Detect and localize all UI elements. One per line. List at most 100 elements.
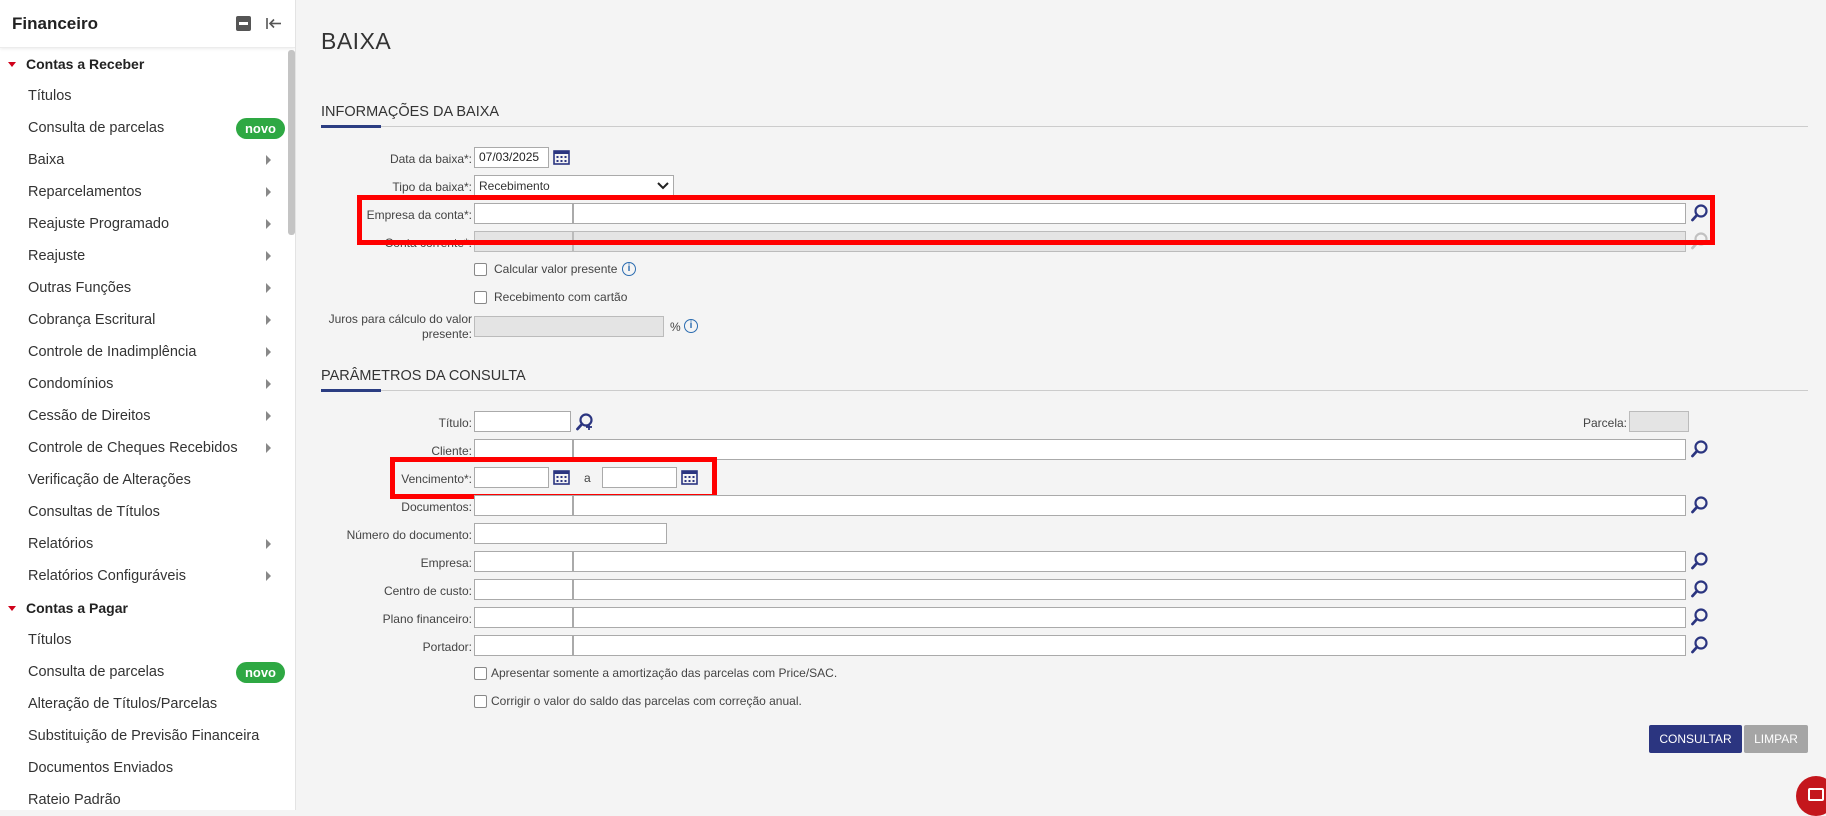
tipo-baixa-value: Recebimento [479,178,550,193]
juros-label-line2: presente: [421,327,472,341]
portador-name-input[interactable] [573,635,1686,656]
centro-custo-name-input[interactable] [573,579,1686,600]
sidebar-item[interactable]: Controle de Cheques Recebidos [0,432,295,464]
sidebar-item-label: Cessão de Direitos [28,408,151,424]
search-icon[interactable] [1690,607,1710,627]
sidebar-item[interactable]: Documentos Enviados [0,752,295,784]
centro-custo-code-input[interactable] [474,579,573,600]
highlight-box-empresa-conta [357,195,1715,245]
sidebar-item[interactable]: Reajuste Programado [0,208,295,240]
documentos-code-input[interactable] [474,495,573,516]
tipo-baixa-select[interactable]: Recebimento [474,175,674,196]
sidebar-section-label: Contas a Pagar [26,600,128,616]
sidebar-item-label: Consulta de parcelas [28,664,165,680]
chat-support-icon[interactable] [1796,776,1826,816]
sidebar-menu: Contas a Receber Títulos Consulta de parce… [0,48,295,810]
cliente-name-input[interactable] [573,439,1686,460]
recebimento-cartao-checkbox[interactable] [474,291,487,304]
consultar-button[interactable]: CONSULTAR [1649,725,1742,753]
numero-documento-input[interactable] [474,523,667,544]
juros-input [474,316,664,337]
documentos-name-input[interactable] [573,495,1686,516]
sidebar-item[interactable]: Cobrança Escritural [0,304,295,336]
chevron-right-icon [266,219,271,229]
centro-custo-label: Centro de custo: [383,584,472,598]
sidebar-item[interactable]: Outras Funções [0,272,295,304]
chevron-right-icon [266,187,271,197]
chevron-right-icon [266,411,271,421]
search-icon[interactable] [1690,635,1710,655]
collapse-all-icon[interactable] [236,16,251,31]
calcular-vp-checkbox[interactable] [474,263,487,276]
sidebar-item-label: Controle de Cheques Recebidos [28,440,238,456]
search-icon[interactable] [1690,495,1710,515]
sidebar-title: Financeiro [12,13,98,33]
empresa-code-input[interactable] [474,551,573,572]
sidebar-item[interactable]: Relatórios Configuráveis [0,560,295,592]
sidebar-item[interactable]: Reajuste [0,240,295,272]
sidebar-item-label: Reparcelamentos [28,184,142,200]
caret-down-icon [8,605,16,611]
caret-down-icon [8,61,16,67]
numero-documento-label: Número do documento: [346,528,472,542]
data-baixa-label: Data da baixa*: [389,152,472,166]
sidebar-item[interactable]: Cessão de Direitos [0,400,295,432]
sidebar-item[interactable]: Controle de Inadimplência [0,336,295,368]
sidebar-item[interactable]: Reparcelamentos [0,176,295,208]
correcao-checkbox[interactable] [474,695,487,708]
sidebar-item-label: Relatórios [28,536,94,552]
empresa-name-input[interactable] [573,551,1686,572]
juros-unit: % [670,320,681,334]
info-icon[interactable]: i [684,319,698,333]
sidebar-item[interactable]: Consultas de Títulos [0,496,295,528]
sidebar-item[interactable]: Consulta de parcelas novo [0,112,295,144]
search-icon[interactable] [1690,579,1710,599]
sidebar-section[interactable]: Contas a Pagar [0,592,295,624]
sidebar-item[interactable]: Baixa [0,144,295,176]
sidebar-item-label: Títulos [28,88,72,104]
chevron-right-icon [266,251,271,261]
calcular-vp-label: Calcular valor presente [494,262,618,276]
chevron-right-icon [266,347,271,357]
section-info-baixa-heading: INFORMAÇÕES DA BAIXA [321,104,1808,128]
empresa-label: Empresa: [420,556,472,570]
sidebar-item[interactable]: Condomínios [0,368,295,400]
sidebar-item[interactable]: Consulta de parcelas novo [0,656,295,688]
sidebar-item-label: Cobrança Escritural [28,312,156,328]
plano-financeiro-code-input[interactable] [474,607,573,628]
sidebar-header: Financeiro [0,0,295,48]
sidebar-item[interactable]: Verificação de Alterações [0,464,295,496]
portador-label: Portador: [422,640,472,654]
plano-financeiro-name-input[interactable] [573,607,1686,628]
portador-code-input[interactable] [474,635,573,656]
chevron-right-icon [266,539,271,549]
sidebar-section[interactable]: Contas a Receber [0,48,295,80]
recebimento-cartao-label: Recebimento com cartão [494,290,628,304]
sidebar-item[interactable]: Títulos [0,624,295,656]
sidebar-section-label: Contas a Receber [26,56,145,72]
chevron-right-icon [266,155,271,165]
hide-sidebar-icon[interactable] [265,16,283,31]
data-baixa-input[interactable]: 07/03/2025 [474,147,549,168]
titulo-input[interactable] [474,411,571,432]
sidebar-item-label: Relatórios Configuráveis [28,568,186,584]
calendar-icon[interactable] [553,149,570,165]
sidebar-item[interactable]: Rateio Padrão [0,784,295,810]
chevron-right-icon [266,315,271,325]
limpar-button[interactable]: LIMPAR [1744,725,1808,753]
sidebar-item[interactable]: Alteração de Títulos/Parcelas [0,688,295,720]
search-icon[interactable] [1690,439,1710,459]
amortizacao-checkbox[interactable] [474,667,487,680]
sidebar-item-label: Verificação de Alterações [28,472,191,488]
new-badge: novo [235,117,285,139]
page-title: BAIXA [321,28,392,54]
parcela-input [1629,411,1689,432]
info-icon[interactable]: i [622,262,636,276]
search-icon[interactable] [1690,551,1710,571]
sidebar-item[interactable]: Relatórios [0,528,295,560]
chevron-right-icon [266,379,271,389]
search-plus-icon[interactable] [575,412,595,432]
sidebar-item-label: Outras Funções [28,280,132,296]
sidebar-item[interactable]: Substituição de Previsão Financeira [0,720,295,752]
sidebar-item[interactable]: Títulos [0,80,295,112]
